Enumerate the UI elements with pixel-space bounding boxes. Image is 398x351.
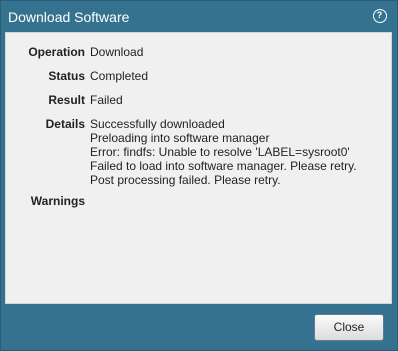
dialog-content: Operation Download Status Completed Resu… <box>5 32 392 304</box>
warnings-label: Warnings <box>30 194 85 208</box>
help-icon[interactable]: ? <box>373 9 387 23</box>
status-label: Status <box>48 69 85 83</box>
operation-label: Operation <box>28 45 85 59</box>
dialog-titlebar: Download Software ? <box>1 1 397 32</box>
details-line: Preloading into software manager <box>90 131 270 145</box>
details-line: Failed to load into software manager. Pl… <box>90 159 357 173</box>
download-software-dialog: Download Software ? Operation Download S… <box>0 0 398 351</box>
result-value: Failed <box>90 93 123 107</box>
operation-value: Download <box>90 45 144 59</box>
help-icon-glyph: ? <box>376 10 383 20</box>
dialog-title: Download Software <box>8 9 130 25</box>
details-line: Successfully downloaded <box>90 117 225 131</box>
close-button[interactable]: Close <box>314 314 384 341</box>
result-label: Result <box>48 93 85 107</box>
details-value: Successfully downloaded Preloading into … <box>90 117 386 187</box>
details-line: Post processing failed. Please retry. <box>90 173 281 187</box>
details-line: Error: findfs: Unable to resolve 'LABEL=… <box>90 145 350 159</box>
status-value: Completed <box>90 69 149 83</box>
details-label: Details <box>45 117 85 131</box>
